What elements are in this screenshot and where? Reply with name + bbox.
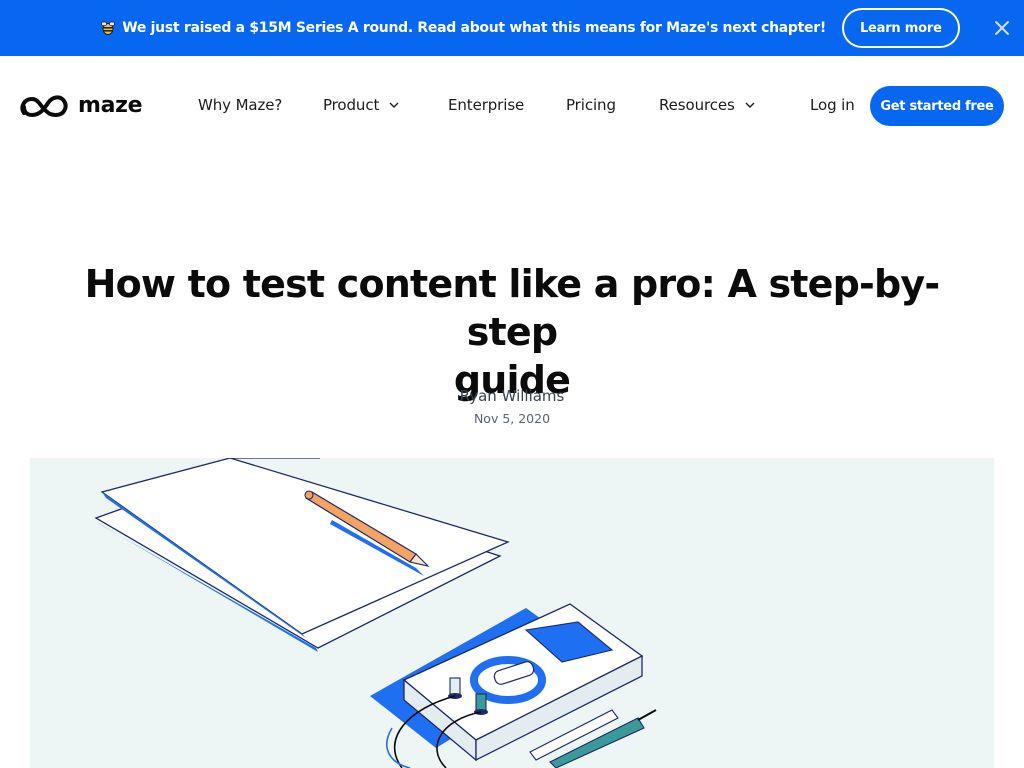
- get-started-button[interactable]: Get started free: [870, 86, 1004, 126]
- hero-illustration: [30, 458, 994, 768]
- article-title-line-1: How to test content like a pro: A step-b…: [84, 262, 941, 354]
- close-icon[interactable]: [992, 18, 1012, 38]
- maze-logo[interactable]: maze: [20, 93, 143, 119]
- announcement-banner: We just raised a $15M Series A round. Re…: [0, 0, 1024, 56]
- article-date: Nov 5, 2020: [473, 411, 551, 426]
- article-title: How to test content like a pro: A step-b…: [60, 260, 964, 404]
- nav-pricing[interactable]: Pricing: [566, 96, 616, 114]
- nav-label: Pricing: [566, 96, 616, 114]
- logo-wordmark: maze: [78, 93, 143, 118]
- bee-icon: [101, 21, 116, 35]
- nav-enterprise[interactable]: Enterprise: [448, 96, 524, 114]
- hero-illustration-art: [94, 458, 657, 768]
- article-author[interactable]: Ryan Williams: [312, 387, 712, 405]
- login-link[interactable]: Log in: [810, 96, 855, 114]
- nav-product[interactable]: Product: [323, 96, 400, 114]
- announcement-content: We just raised a $15M Series A round. Re…: [100, 8, 960, 48]
- testing-device-illustration: [370, 603, 657, 768]
- nav-label: Why Maze?: [198, 96, 283, 114]
- chevron-down-icon: [389, 102, 399, 108]
- maze-logo-icon: [20, 95, 68, 117]
- nav-label: Enterprise: [448, 96, 525, 114]
- learn-more-button[interactable]: Learn more: [841, 8, 960, 48]
- announcement-text: We just raised a $15M Series A round. Re…: [122, 20, 826, 36]
- nav-resources[interactable]: Resources: [659, 96, 756, 114]
- nav-label: Product: [323, 96, 380, 114]
- chevron-down-icon: [745, 102, 755, 108]
- nav-why-maze[interactable]: Why Maze?: [198, 96, 282, 114]
- main-navigation: maze Why Maze? Product Enterprise Pricin…: [0, 56, 1024, 156]
- nav-label: Resources: [659, 96, 735, 114]
- paper-stack-illustration: [94, 458, 510, 652]
